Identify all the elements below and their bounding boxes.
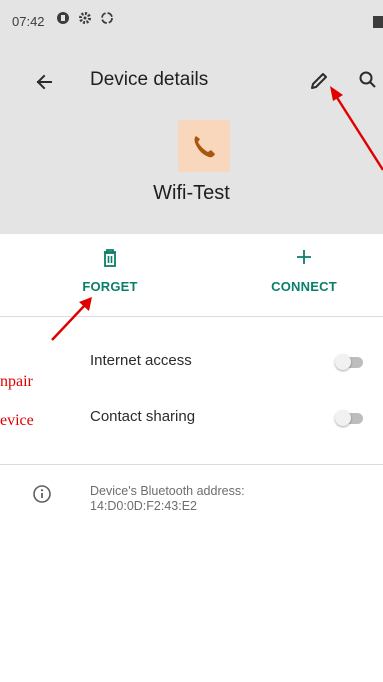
annotation-arrow bbox=[51, 297, 92, 341]
annotation-arrows bbox=[51, 86, 383, 341]
annotation-arrow bbox=[330, 86, 383, 171]
